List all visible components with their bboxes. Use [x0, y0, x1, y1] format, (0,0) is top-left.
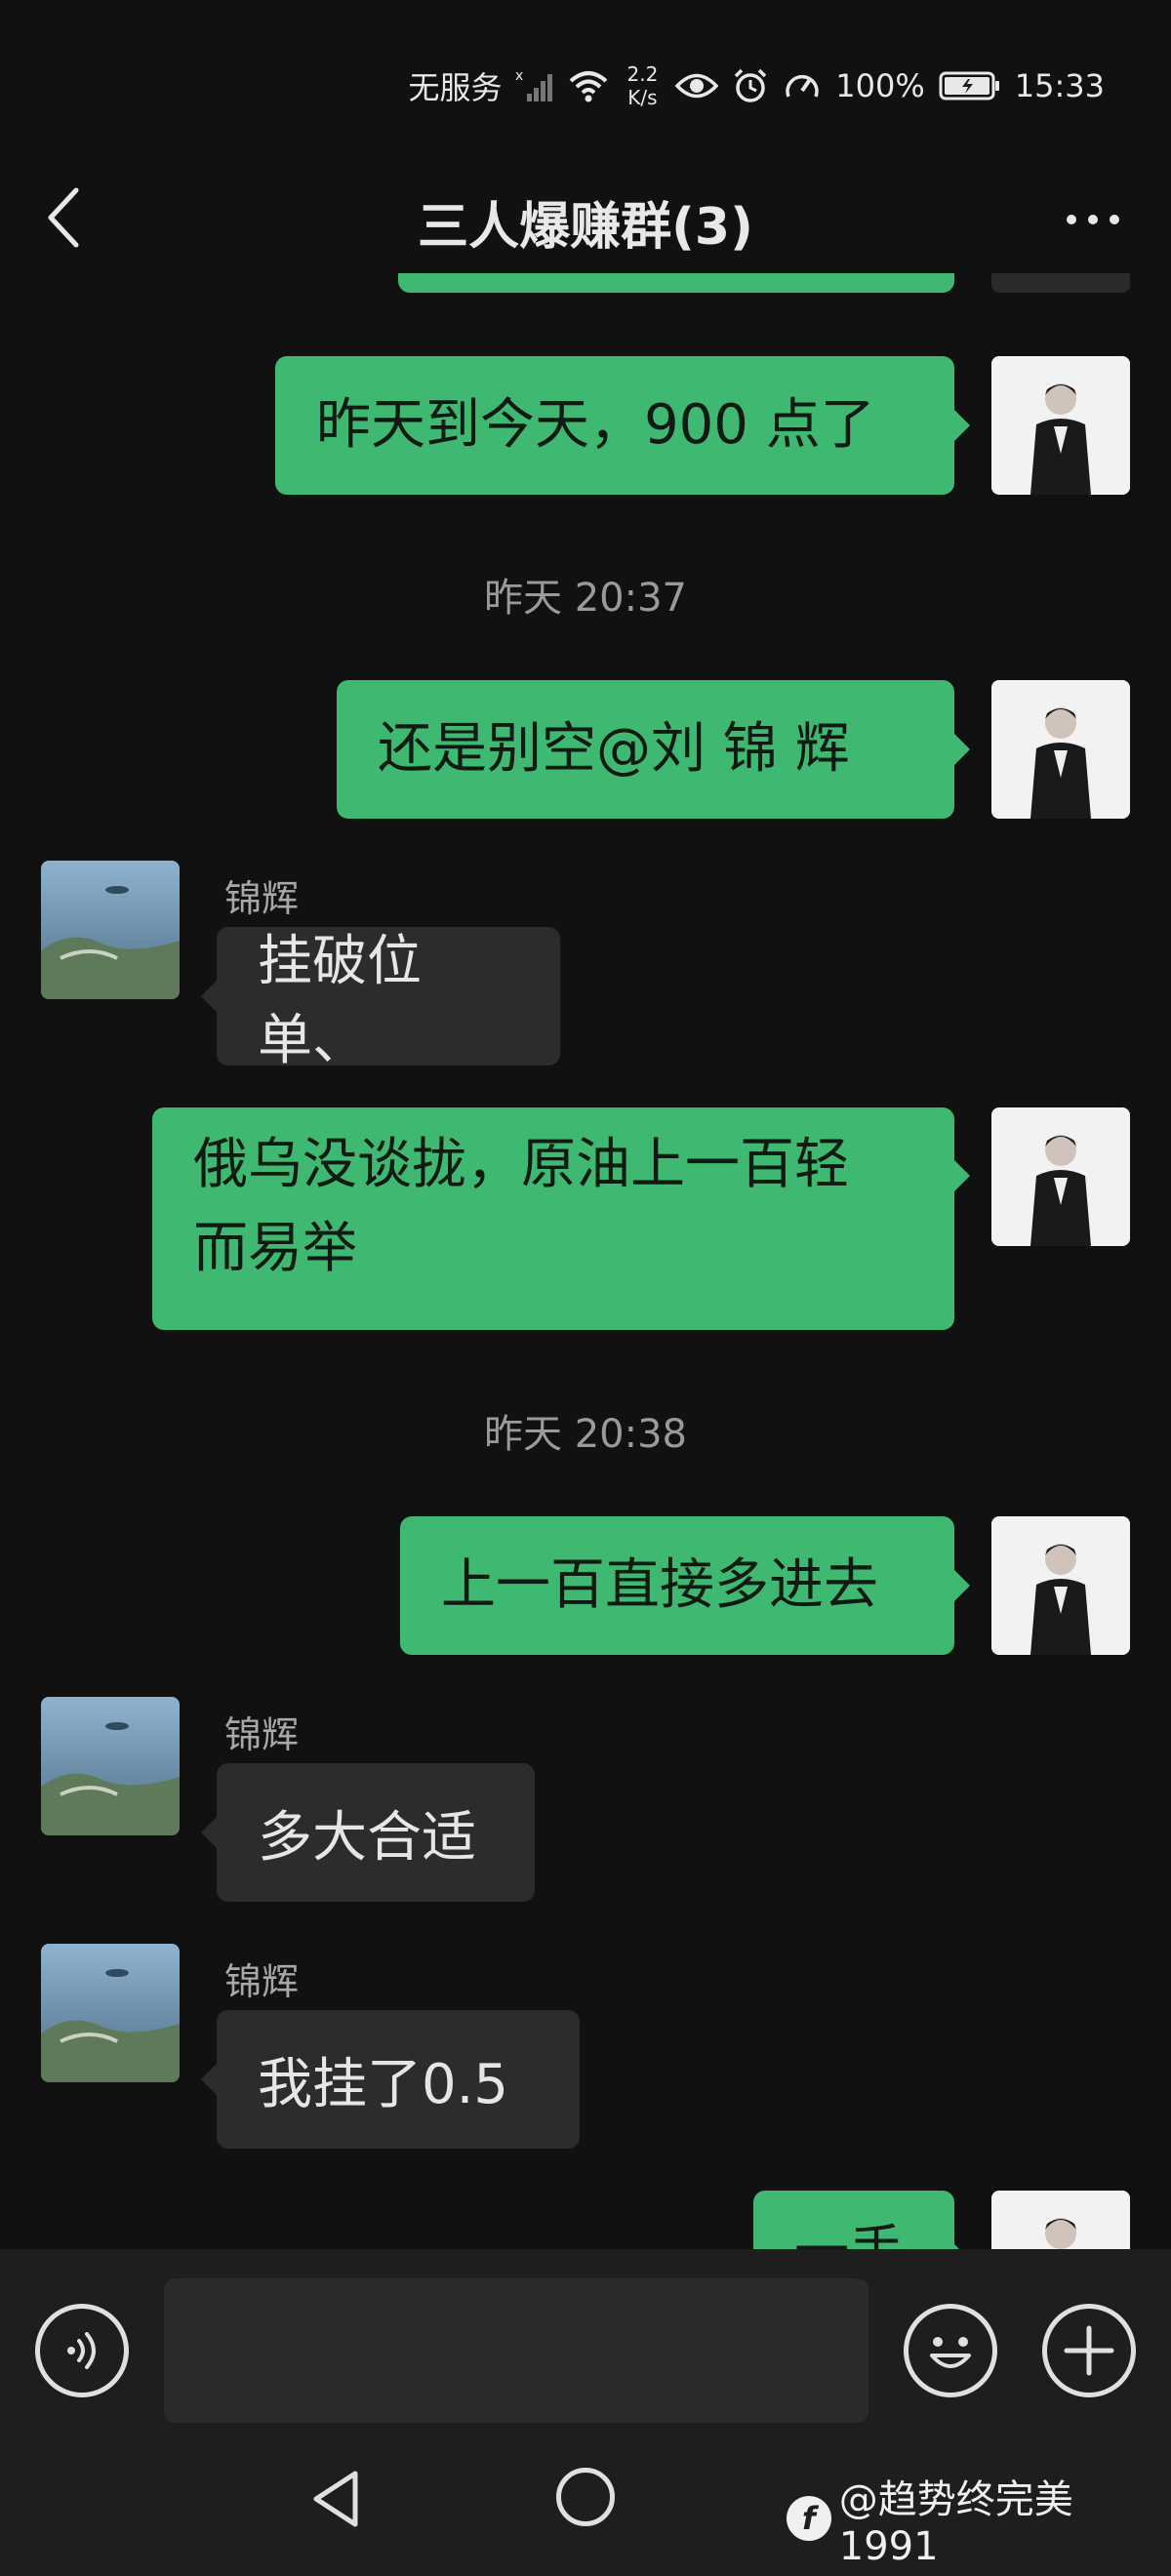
sender-name: 锦辉: [224, 1713, 300, 1756]
voice-button[interactable]: [35, 2304, 129, 2397]
user-avatar-image: [991, 680, 1130, 819]
outgoing-message[interactable]: 昨天到今天，900 点了: [275, 356, 970, 495]
message-text: 昨天到今天，900 点了: [316, 393, 875, 457]
message-text: 挂破位单、: [258, 930, 422, 1072]
sender-name: 锦辉: [224, 1960, 300, 2003]
avatar[interactable]: [41, 861, 180, 999]
more-dot: [1088, 215, 1098, 224]
net-speed: 2.2 K/s: [626, 62, 658, 109]
incoming-message[interactable]: 挂破位单、: [201, 927, 560, 1072]
nav-back-button[interactable]: [308, 2468, 363, 2534]
user-avatar-image: [991, 1516, 1130, 1655]
carrier-text: 无服务: [408, 69, 503, 106]
avatar[interactable]: [991, 1516, 1130, 1655]
clock-text: 15:33: [1014, 67, 1105, 104]
watermark-logo-icon: f: [787, 2496, 831, 2541]
message-text: 一手: [794, 2210, 904, 2249]
svg-text:x: x: [515, 68, 523, 84]
outgoing-message-partial[interactable]: 一手: [753, 2191, 970, 2249]
eye-icon: [675, 71, 719, 101]
user-avatar-image: [991, 356, 1130, 495]
sender-name: 锦辉: [224, 877, 300, 920]
nav-back-icon: [313, 2471, 358, 2527]
avatar[interactable]: [991, 356, 1130, 495]
outgoing-message[interactable]: 上一百直接多进去: [400, 1516, 970, 1655]
timestamp: 昨天 20:37: [484, 576, 687, 621]
net-speed-unit: K/s: [627, 86, 658, 109]
status-bar: 无服务 x 2.2 K/s 100% 15:33: [408, 57, 1105, 115]
alarm-icon: [732, 67, 769, 104]
chat-title: 三人爆赚群(3): [418, 198, 753, 257]
input-bar: [0, 2249, 1171, 2425]
battery-icon: [939, 70, 1001, 101]
avatar[interactable]: [41, 1944, 180, 2082]
plus-button[interactable]: [1042, 2304, 1136, 2397]
signal-icon: x: [515, 68, 554, 103]
watermark: f @趋势终完美1991: [787, 2468, 1171, 2569]
contact-avatar-image: [41, 1944, 180, 2082]
watermark-text: @趋势终完美1991: [838, 2477, 1073, 2569]
wifi-icon: [568, 69, 609, 102]
incoming-message[interactable]: 我挂了0.5: [201, 2010, 580, 2149]
avatar[interactable]: [41, 1697, 180, 1835]
outgoing-message[interactable]: 俄乌没谈拢，原油上一百轻 而易举: [152, 1107, 970, 1330]
user-avatar-image: [991, 1107, 1130, 1246]
battery-text: 100%: [835, 67, 925, 104]
contact-avatar-image: [41, 1697, 180, 1835]
avatar[interactable]: [991, 2191, 1130, 2249]
chat-screen: 无服务 x 2.2 K/s 100% 15:33 三人爆赚群(3) 昨天到今天，…: [0, 0, 1171, 2576]
clipped-avatar: [991, 273, 1130, 293]
avatar[interactable]: [991, 1107, 1130, 1246]
nav-home-icon[interactable]: [556, 2468, 615, 2526]
more-options-button[interactable]: [1054, 185, 1132, 254]
more-dots-icon: [1067, 215, 1076, 224]
emoji-icon: [930, 2337, 971, 2368]
incoming-message[interactable]: 多大合适: [201, 1763, 535, 1902]
timestamp: 昨天 20:38: [484, 1412, 687, 1457]
net-speed-value: 2.2: [626, 62, 659, 86]
outgoing-message[interactable]: 还是别空@刘 锦 辉: [337, 680, 970, 819]
message-text: 我挂了0.5: [258, 2052, 509, 2116]
contact-avatar-image: [41, 861, 180, 999]
message-text: 上一百直接多进去: [441, 1553, 878, 1617]
more-dot: [1110, 215, 1119, 224]
message-text-line2: 而易举: [193, 1217, 357, 1280]
chat-header: 三人爆赚群(3): [0, 166, 1171, 273]
voice-icon: [67, 2332, 96, 2369]
speed-icon: [783, 67, 822, 104]
plus-icon: [1064, 2325, 1114, 2376]
message-list[interactable]: 昨天到今天，900 点了 昨天 20:37 还是别空@刘 锦 辉 锦辉 挂破位单…: [0, 273, 1171, 2249]
emoji-button[interactable]: [904, 2304, 997, 2397]
system-nav-bar: f @趋势终完美1991: [0, 2425, 1171, 2576]
clipped-bubble: [398, 273, 954, 293]
message-text-line1: 俄乌没谈拢，原油上一百轻: [193, 1133, 849, 1196]
message-text: 还是别空@刘 锦 辉: [378, 717, 850, 781]
avatar[interactable]: [991, 680, 1130, 819]
message-input[interactable]: [164, 2278, 868, 2423]
user-avatar-image: [991, 2191, 1130, 2249]
message-text: 多大合适: [258, 1805, 476, 1870]
